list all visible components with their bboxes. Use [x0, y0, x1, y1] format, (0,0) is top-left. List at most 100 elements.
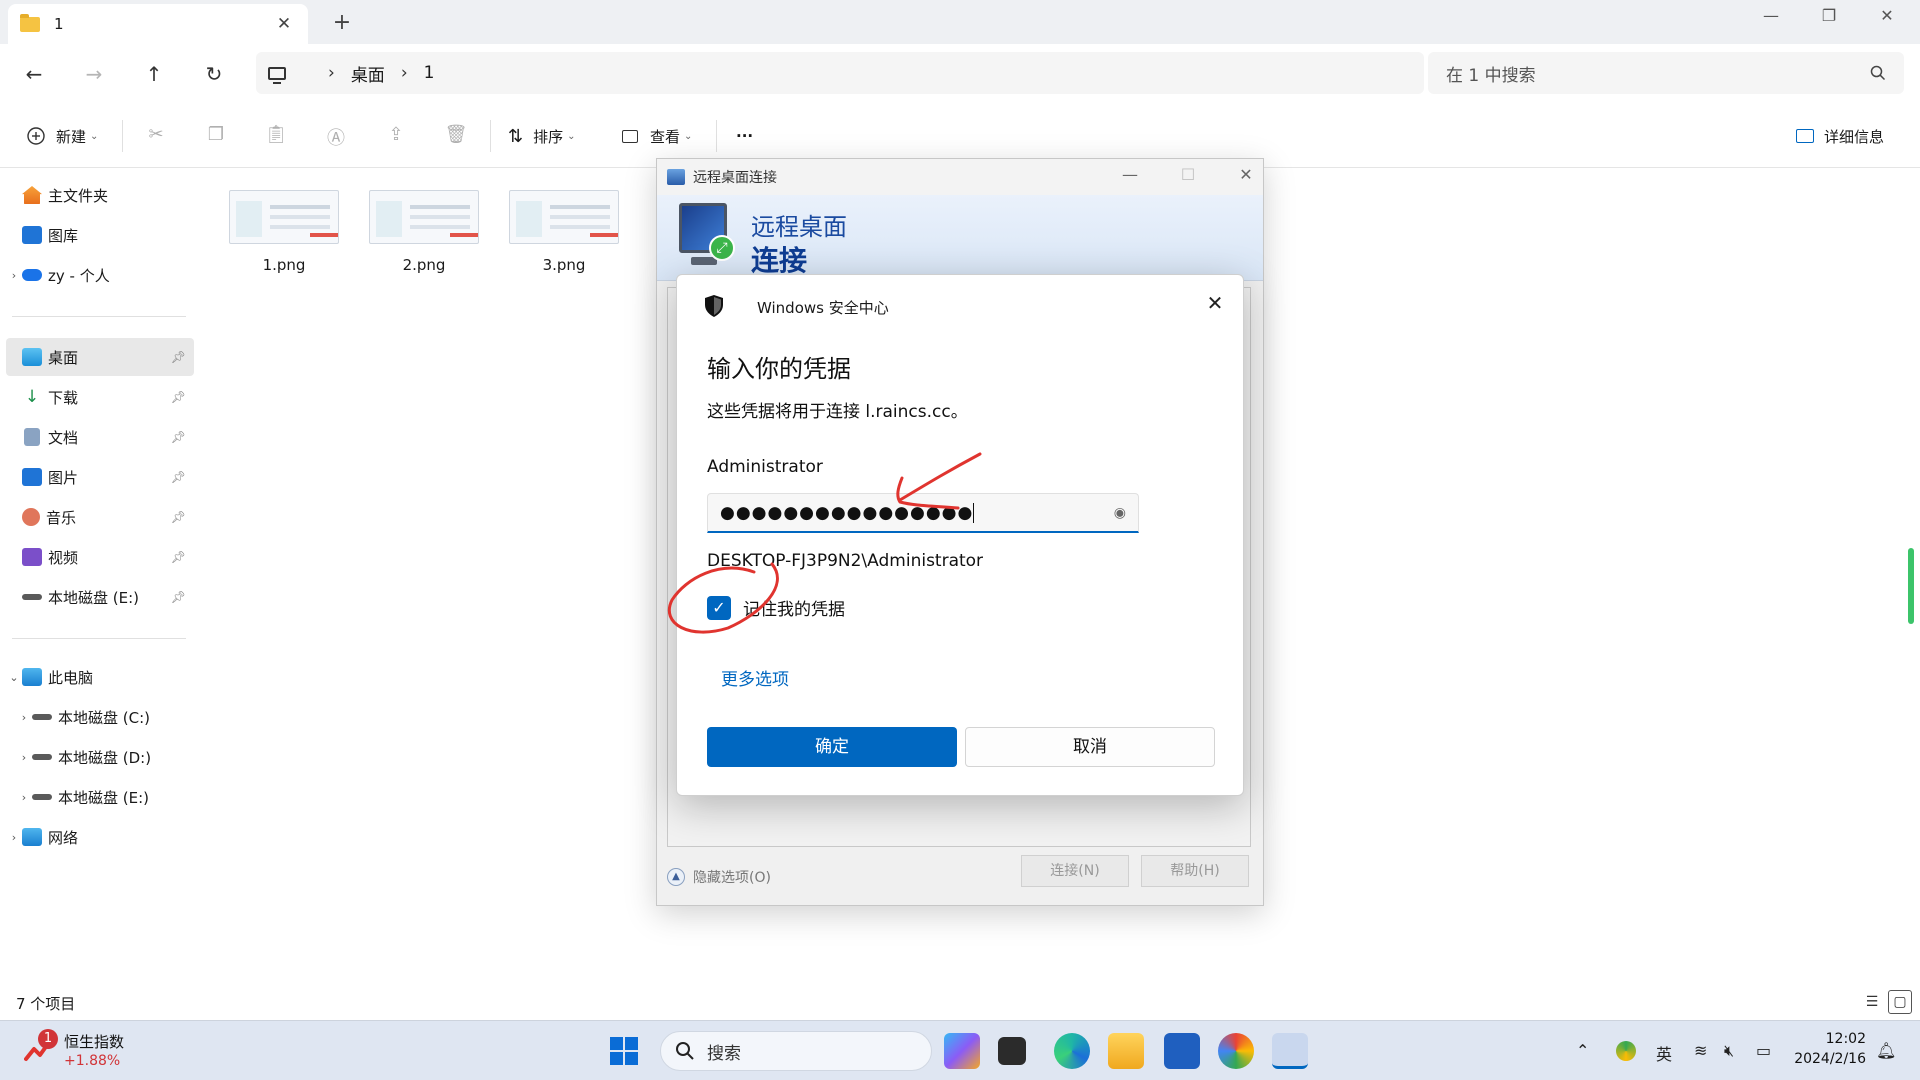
rdp-help-button[interactable]: 帮助(H): [1141, 855, 1249, 887]
ok-button[interactable]: 确定: [707, 727, 957, 767]
file-item[interactable]: 3.png: [504, 190, 624, 274]
hide-options-toggle[interactable]: ▲ 隐藏选项(O): [667, 867, 771, 887]
pin-icon[interactable]: 📌︎: [171, 550, 186, 564]
copilot-icon[interactable]: [944, 1033, 980, 1069]
sidebar-item-drive-c[interactable]: › 本地磁盘 (C:): [16, 698, 194, 736]
sidebar-item-label: 音乐: [46, 508, 77, 527]
view-label: 查看: [650, 127, 681, 146]
sidebar-item-desktop[interactable]: 桌面 📌︎: [6, 338, 194, 376]
pin-icon[interactable]: 📌︎: [171, 470, 186, 484]
sidebar-item-onedrive[interactable]: › zy - 个人: [6, 256, 194, 294]
stock-widget-name[interactable]: 恒生指数: [64, 1031, 124, 1052]
volume-muted-icon[interactable]: 🔇︎: [1724, 1041, 1734, 1061]
copy-icon[interactable]: ❐: [204, 124, 228, 148]
wifi-icon[interactable]: ≋: [1694, 1041, 1707, 1060]
scrollbar-thumb[interactable]: [1908, 548, 1914, 624]
address-bar[interactable]: › 桌面 › 1: [256, 52, 1424, 94]
chevron-right-icon[interactable]: ›: [6, 269, 22, 282]
pin-icon[interactable]: 📌︎: [171, 510, 186, 524]
remember-credentials-label: 记住我的凭据: [743, 600, 845, 620]
tab-close-icon[interactable]: ✕: [272, 14, 296, 34]
restore-button[interactable]: ❐: [1814, 6, 1844, 25]
breadcrumb-desktop[interactable]: 桌面: [351, 61, 385, 86]
sidebar-item-drive-e-pinned[interactable]: 本地磁盘 (E:) 📌︎: [6, 578, 194, 616]
details-button[interactable]: 详细信息: [1796, 122, 1884, 150]
reveal-password-icon[interactable]: ◉: [1114, 505, 1126, 521]
pin-icon[interactable]: 📌︎: [171, 390, 186, 404]
sidebar-item-label: 本地磁盘 (E:): [58, 788, 150, 807]
back-button[interactable]: ←: [18, 58, 50, 90]
sidebar-item-documents[interactable]: 文档 📌︎: [6, 418, 194, 456]
file-item[interactable]: 2.png: [364, 190, 484, 274]
browser-icon[interactable]: [1218, 1033, 1254, 1069]
sidebar-item-pictures[interactable]: 图片 📌︎: [6, 458, 194, 496]
music-icon: [22, 508, 40, 526]
new-tab-button[interactable]: +: [330, 10, 354, 35]
chevron-right-icon[interactable]: ›: [16, 791, 32, 804]
chevron-right-icon[interactable]: ›: [16, 711, 32, 724]
cancel-button[interactable]: 取消: [965, 727, 1215, 767]
sidebar-item-home[interactable]: 主文件夹: [6, 176, 194, 214]
ime-indicator[interactable]: 英: [1656, 1041, 1672, 1065]
sidebar-item-gallery[interactable]: 图库: [6, 216, 194, 254]
sidebar-item-videos[interactable]: 视频 📌︎: [6, 538, 194, 576]
chevron-right-icon[interactable]: ›: [6, 831, 22, 844]
rename-icon[interactable]: Ⓐ: [324, 124, 348, 149]
new-button[interactable]: 新建 ⌄: [26, 122, 98, 150]
drive-icon: [32, 714, 52, 720]
sidebar-item-music[interactable]: 音乐 📌︎: [6, 498, 194, 536]
dialog-close-button[interactable]: ✕: [1201, 289, 1229, 317]
share-icon[interactable]: ⇪: [384, 124, 408, 148]
pin-icon[interactable]: 📌︎: [171, 590, 186, 604]
details-view-icon[interactable]: ☰: [1860, 990, 1884, 1014]
word-icon[interactable]: [1164, 1033, 1200, 1069]
search-input[interactable]: 在 1 中搜索: [1428, 52, 1904, 94]
sidebar-item-drive-d[interactable]: › 本地磁盘 (D:): [16, 738, 194, 776]
up-button[interactable]: ↑: [138, 58, 170, 90]
tray-app-icon[interactable]: [1616, 1041, 1636, 1061]
sort-button[interactable]: ⇅ 排序 ⌄: [508, 122, 576, 150]
clock[interactable]: 12:02 2024/2/16: [1790, 1029, 1866, 1069]
forward-button[interactable]: →: [78, 58, 110, 90]
cloud-icon: [22, 269, 42, 281]
chevron-up-icon: ▲: [667, 868, 685, 886]
folder-icon: [20, 13, 40, 32]
checkmark-icon[interactable]: ✓: [707, 595, 731, 620]
more-button[interactable]: ···: [736, 122, 753, 150]
refresh-button[interactable]: ↻: [198, 58, 230, 90]
rdp-close-button[interactable]: ✕: [1231, 165, 1261, 189]
view-button[interactable]: 查看 ⌄: [622, 122, 692, 150]
remote-desktop-taskbar-icon[interactable]: [1272, 1033, 1308, 1069]
pin-icon[interactable]: 📌︎: [171, 350, 186, 364]
drive-icon: [32, 794, 52, 800]
sidebar-item-network[interactable]: › 网络: [6, 818, 194, 856]
chevron-down-icon[interactable]: ⌄: [6, 671, 22, 684]
sidebar-item-this-pc[interactable]: ⌄ 此电脑: [6, 658, 194, 696]
breadcrumb-folder[interactable]: 1: [424, 63, 435, 83]
sidebar-item-drive-e[interactable]: › 本地磁盘 (E:): [16, 778, 194, 816]
password-field[interactable]: ●●●●●●●●●●●●●●●● ◉: [707, 493, 1139, 533]
minimize-button[interactable]: —: [1756, 6, 1786, 25]
close-button[interactable]: ✕: [1872, 6, 1902, 25]
edge-icon[interactable]: [1054, 1033, 1090, 1069]
more-options-link[interactable]: 更多选项: [721, 665, 789, 690]
windows-start-icon[interactable]: [610, 1037, 638, 1065]
chevron-right-icon[interactable]: ›: [16, 751, 32, 764]
battery-icon[interactable]: ▭: [1756, 1041, 1771, 1060]
notification-bell-icon[interactable]: 🔔︎: [1876, 1041, 1896, 1060]
pin-icon[interactable]: 📌︎: [171, 430, 186, 444]
delete-icon[interactable]: 🗑︎: [444, 124, 468, 148]
paste-icon[interactable]: 📋︎: [264, 124, 288, 148]
rdp-minimize-button[interactable]: —: [1115, 165, 1145, 189]
task-view-icon[interactable]: [998, 1037, 1026, 1065]
cut-icon[interactable]: ✂: [144, 124, 168, 148]
show-hidden-icons-icon[interactable]: ⌃: [1576, 1041, 1589, 1060]
rdp-connect-button[interactable]: 连接(N): [1021, 855, 1129, 887]
taskbar-search[interactable]: 搜索: [660, 1031, 932, 1071]
file-explorer-icon[interactable]: [1108, 1033, 1144, 1069]
tiles-view-icon[interactable]: ▢: [1888, 990, 1912, 1014]
file-item[interactable]: 1.png: [224, 190, 344, 274]
explorer-tab[interactable]: 1 ✕: [8, 4, 308, 44]
sidebar-item-downloads[interactable]: ↓ 下载 📌︎: [6, 378, 194, 416]
remember-credentials-checkbox[interactable]: ✓ 记住我的凭据: [707, 595, 845, 620]
